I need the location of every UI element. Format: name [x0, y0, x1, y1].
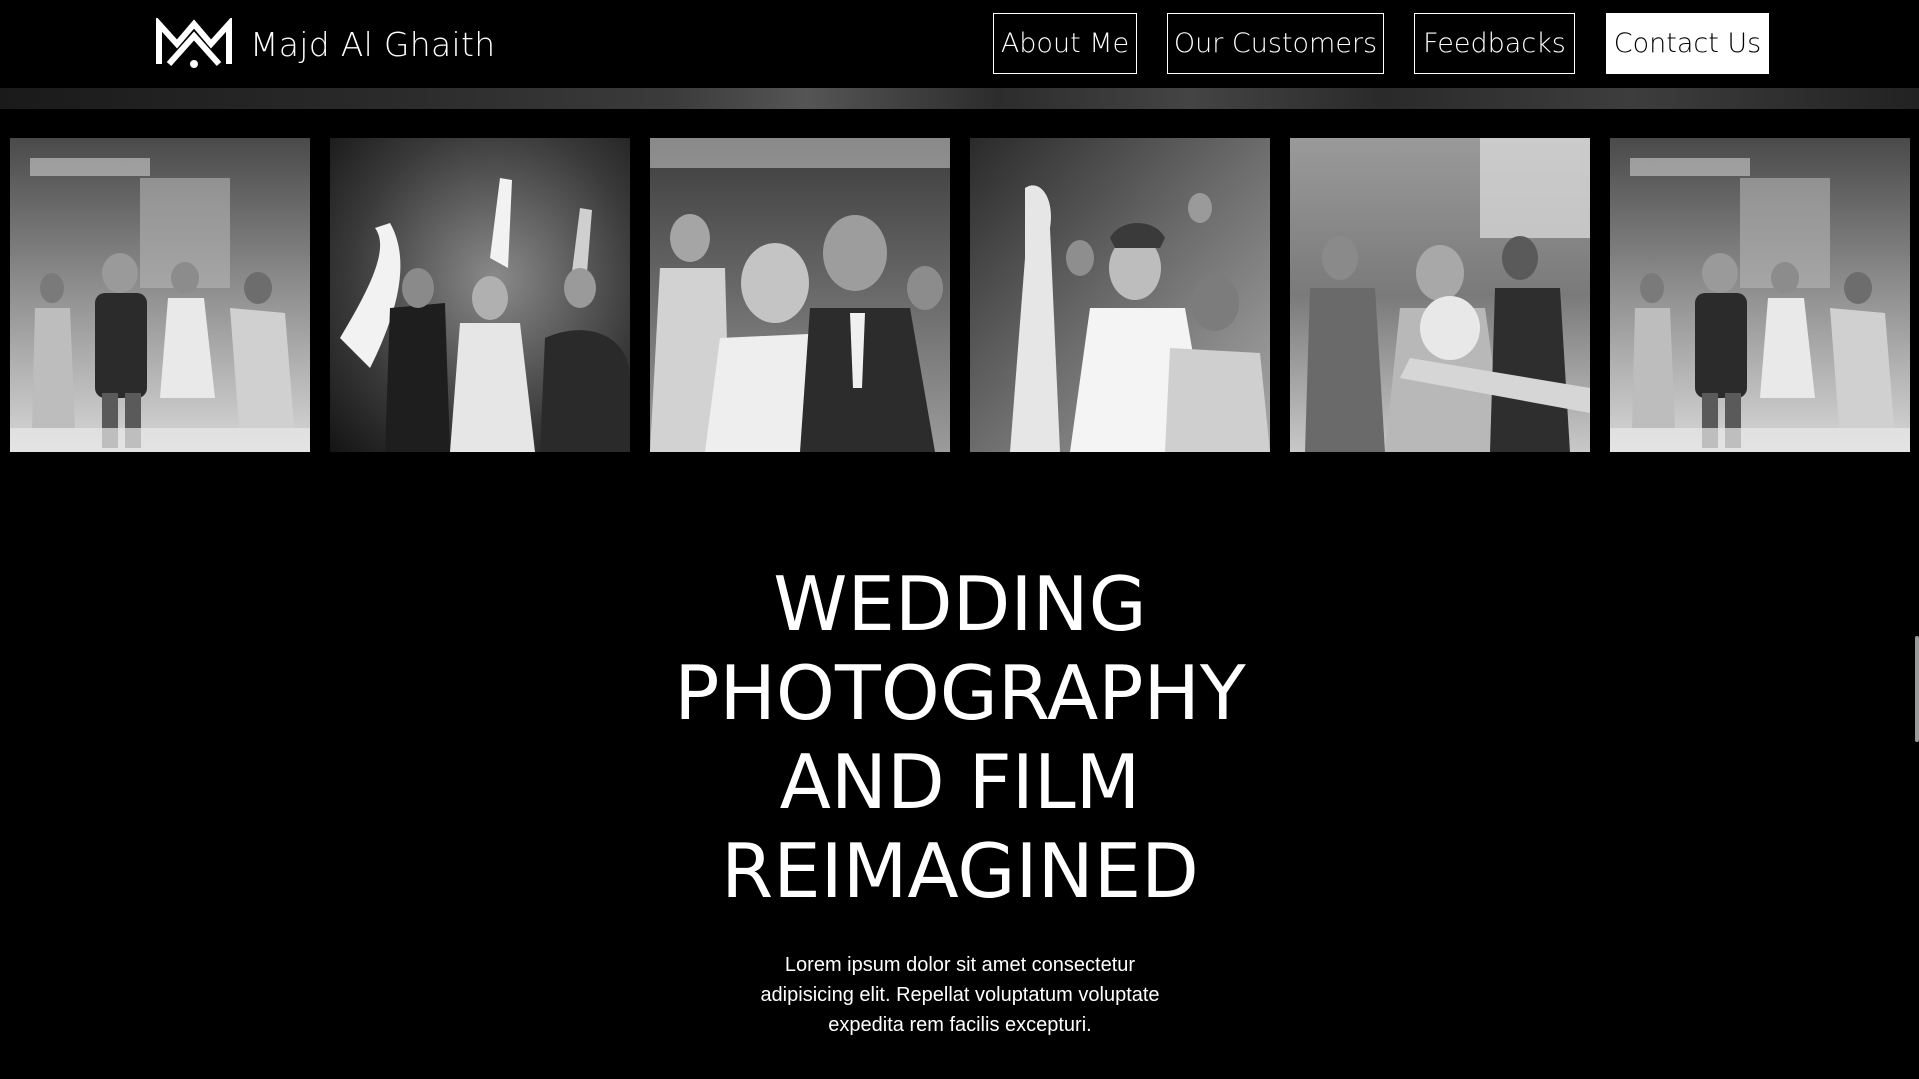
brand[interactable]: Majd Al Ghaith [155, 18, 495, 70]
hero-description: Lorem ipsum dolor sit amet consectetur a… [760, 954, 1160, 1036]
page: Majd Al Ghaith About Me Our Customers Fe… [0, 0, 1919, 1079]
mag-monogram-logo-icon [156, 18, 232, 68]
nav-customers-button[interactable]: Our Customers [1167, 13, 1384, 74]
gallery-photo-3[interactable] [650, 138, 950, 452]
nav-about-button[interactable]: About Me [993, 13, 1137, 74]
hero-image-edge [0, 88, 1919, 109]
nav-contact-button[interactable]: Contact Us [1606, 13, 1769, 74]
photo-image [650, 138, 950, 452]
hero-title: WEDDING PHOTOGRAPHY AND FILM REIMAGINED [560, 560, 1360, 916]
photo-image [1290, 138, 1590, 452]
photo-image [1610, 138, 1910, 452]
photo-image [330, 138, 630, 452]
gallery-photo-5[interactable] [1290, 138, 1590, 452]
gallery-photo-2[interactable] [330, 138, 630, 452]
photo-image [970, 138, 1270, 452]
hero-title-line-3: AND FILM [779, 738, 1141, 826]
page-scrollbar-thumb[interactable] [1915, 636, 1919, 742]
photo-image [10, 138, 310, 452]
hero-title-line-2: PHOTOGRAPHY [674, 649, 1246, 737]
gallery-photo-1[interactable] [10, 138, 310, 452]
nav-feedbacks-button[interactable]: Feedbacks [1414, 13, 1575, 74]
hero-title-line-1: WEDDING [773, 560, 1147, 648]
hero-title-line-4: REIMAGINED [721, 827, 1199, 915]
brand-name: Majd Al Ghaith [250, 24, 496, 64]
site-header: Majd Al Ghaith About Me Our Customers Fe… [0, 0, 1919, 88]
gallery-photo-4[interactable] [970, 138, 1270, 452]
photo-gallery [0, 138, 1919, 452]
gallery-photo-6[interactable] [1610, 138, 1910, 452]
